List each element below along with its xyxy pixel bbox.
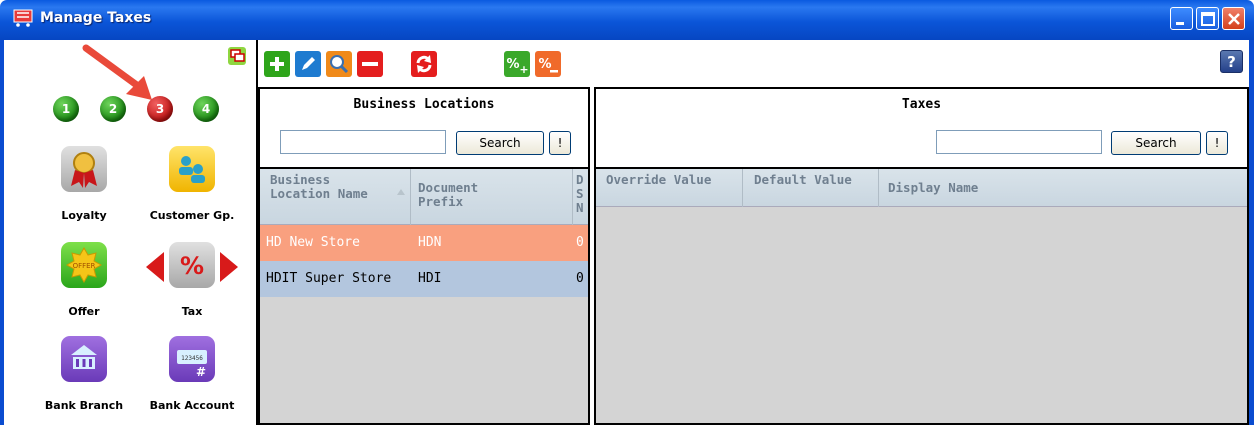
collapse-panel-icon[interactable] [228,47,246,65]
taxes-header: Taxes Search ! [596,89,1247,169]
taxes-search-input[interactable] [936,130,1102,154]
bank-branch-label: Bank Branch [44,399,124,412]
svg-text:%: % [538,57,551,72]
customer-group-icon [169,146,215,192]
bank-account-label: Bank Account [149,399,235,412]
svg-text:%: % [180,252,204,280]
business-locations-header: Business Locations Search ! [260,89,588,169]
step-2-button[interactable]: 2 [100,96,126,122]
col-default-value[interactable]: Default Value [754,173,854,187]
customer-group-tile[interactable]: Customer Gp. [132,146,252,234]
svg-text:+: + [519,63,528,76]
tax-tile[interactable]: % Tax [132,242,252,330]
cell-prefix: HDN [418,235,442,250]
business-locations-panel: Business Locations Search ! Business Loc… [258,87,590,425]
refresh-button[interactable] [411,51,437,77]
col-display-name[interactable]: Display Name [888,181,1088,195]
loyalty-icon [61,146,107,192]
customer-group-label: Customer Gp. [149,209,235,222]
locations-search-button[interactable]: Search [456,131,544,155]
cell-d: 0 [576,271,584,286]
refresh-icon [416,55,432,73]
view-button[interactable] [326,51,352,77]
left-nav-panel: 1 2 3 4 Loyalty Customer Gp. OFFER Offer… [4,40,258,425]
tax-label: Tax [181,305,203,318]
bank-account-icon: 123456 # [169,336,215,382]
cart-icon [13,9,33,27]
bank-account-tile[interactable]: 123456 # Bank Account [132,336,252,424]
add-tax-button[interactable]: % + [504,51,530,77]
pointer-arrow-icon [82,44,152,100]
step-4-button[interactable]: 4 [193,96,219,122]
table-row[interactable]: HDIT Super Store HDI 0 [260,261,588,297]
cell-name: HDIT Super Store [266,271,392,286]
col-business-location-name[interactable]: Business Location Name [270,173,390,201]
loyalty-tile[interactable]: Loyalty [24,146,144,234]
remove-tax-button[interactable]: % [535,51,561,77]
svg-text:123456: 123456 [181,355,203,362]
svg-text:OFFER: OFFER [73,262,96,270]
col-document-prefix[interactable]: Document Prefix [418,181,508,209]
taxes-column-header: Override Value Default Value Display Nam… [596,169,1247,207]
percent-plus-icon: % + [506,57,528,76]
step-1-button[interactable]: 1 [53,96,79,122]
bank-branch-tile[interactable]: Bank Branch [24,336,144,424]
close-button[interactable] [1222,7,1245,30]
title-bar: Manage Taxes [0,0,1254,40]
add-icon [270,57,284,71]
edit-pencil-icon [302,57,315,70]
bank-branch-icon [61,336,107,382]
offer-label: Offer [68,305,100,318]
maximize-icon [1201,12,1215,26]
minimize-button[interactable] [1170,7,1193,30]
delete-button[interactable] [357,51,383,77]
taxes-title: Taxes [901,97,942,112]
locations-clear-button[interactable]: ! [549,131,571,155]
locations-search-input[interactable] [280,130,446,154]
maximize-button[interactable] [1196,7,1219,30]
taxes-clear-button[interactable]: ! [1206,131,1228,155]
step-3-button[interactable]: 3 [147,96,173,122]
sort-ascending-icon [397,189,405,195]
loyalty-label: Loyalty [61,209,107,222]
cell-name: HD New Store [266,235,360,250]
offer-tile[interactable]: OFFER Offer [24,242,144,330]
tax-next-arrow-icon[interactable] [220,252,238,282]
help-button[interactable]: ? [1220,50,1243,73]
magnifier-icon [330,55,349,74]
add-button[interactable] [264,51,290,77]
percent-minus-icon: % [538,57,558,73]
minimize-icon [1176,22,1184,25]
minus-icon [362,62,378,66]
table-row[interactable]: HD New Store HDN 0 [260,225,588,261]
offer-icon: OFFER [61,242,107,288]
col-d[interactable]: D S N [576,173,584,215]
window-title: Manage Taxes [40,10,152,26]
svg-text:#: # [196,365,206,379]
window-frame: 1 2 3 4 Loyalty Customer Gp. OFFER Offer… [0,40,1254,425]
svg-text:%: % [506,57,519,72]
window-content: 1 2 3 4 Loyalty Customer Gp. OFFER Offer… [4,40,1249,425]
col-override-value[interactable]: Override Value [606,173,716,187]
taxes-search-button[interactable]: Search [1111,131,1201,155]
close-icon [1228,13,1240,25]
tax-prev-arrow-icon[interactable] [146,252,164,282]
cell-prefix: HDI [418,271,442,286]
taxes-panel: Taxes Search ! Override Value Default Va… [594,87,1249,425]
cell-d: 0 [576,235,584,250]
locations-column-header: Business Location Name Document Prefix D… [260,169,588,225]
business-locations-title: Business Locations [353,97,495,112]
edit-button[interactable] [295,51,321,77]
tax-icon: % [169,242,215,288]
toolbar: % + % ? [260,40,1249,87]
